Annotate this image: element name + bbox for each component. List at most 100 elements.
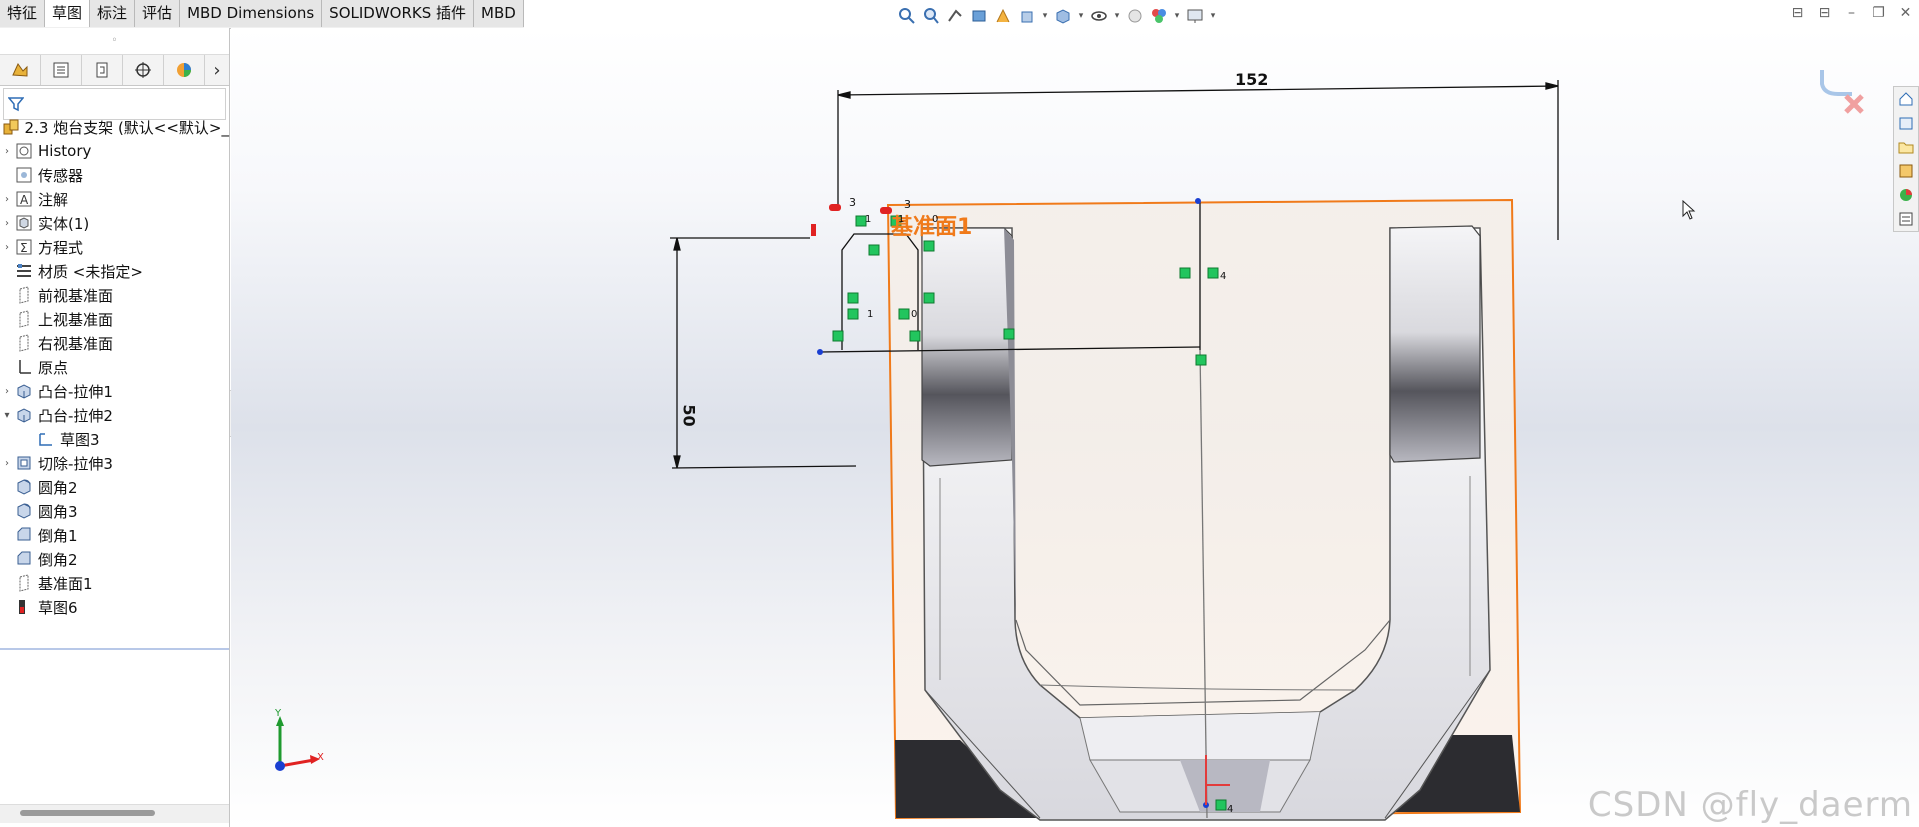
feature-tree-item[interactable]: 圆角2 [0, 475, 229, 499]
chevron-down-icon[interactable]: ▾ [1112, 11, 1122, 21]
panel-grip[interactable]: ◦ [0, 28, 229, 55]
feature-tree-item-label: 切除-拉伸3 [38, 454, 113, 473]
edit-appearance-icon[interactable] [1124, 5, 1146, 27]
configuration-manager-tab[interactable] [82, 55, 123, 85]
zoom-to-fit-icon[interactable] [896, 5, 918, 27]
feature-tree-item[interactable]: 草图3 [0, 427, 229, 451]
chevron-right-icon[interactable]: › [0, 218, 14, 229]
chevron-down-icon[interactable]: ▾ [0, 410, 14, 421]
feature-tree-item[interactable]: › 实体(1) [0, 211, 229, 235]
feature-tree-item-label: 传感器 [38, 166, 84, 185]
feature-tree-item-label: 方程式 [38, 238, 84, 257]
feature-tree-item[interactable]: 上视基准面 [0, 307, 229, 331]
property-manager-tab[interactable] [41, 55, 82, 85]
minimize-icon[interactable]: – [1838, 5, 1865, 21]
coordinate-triad [275, 716, 320, 771]
tile-right-icon[interactable]: ⊟ [1811, 5, 1838, 21]
close-icon[interactable] [1844, 94, 1864, 114]
view-settings-icon[interactable] [1184, 5, 1206, 27]
appearances-icon[interactable] [1894, 183, 1918, 207]
hide-show-items-icon[interactable] [1088, 5, 1110, 27]
plane-icon [14, 574, 34, 592]
dynamic-annotation-icon[interactable] [992, 5, 1014, 27]
chevron-down-icon[interactable]: ▾ [1172, 11, 1182, 21]
command-tab[interactable]: MBD Dimensions [180, 0, 323, 27]
apply-scene-icon[interactable] [1148, 5, 1170, 27]
tree-separator [0, 648, 229, 650]
view-palette-icon[interactable] [1894, 159, 1918, 183]
feature-tree-item[interactable]: 原点 [0, 355, 229, 379]
relation-label: 4 [1220, 271, 1227, 282]
feature-tree-item[interactable]: › Σ 方程式 [0, 235, 229, 259]
scrollbar-thumb[interactable] [20, 810, 155, 816]
relation-label: 4 [1227, 804, 1234, 815]
feature-tree-item[interactable]: 前视基准面 [0, 283, 229, 307]
dimension-label-height[interactable]: 50 [680, 404, 699, 426]
chevron-right-icon[interactable]: › [0, 194, 14, 205]
display-style-icon[interactable] [1052, 5, 1074, 27]
feature-tree-item[interactable]: 材质 <未指定> [0, 259, 229, 283]
file-explorer-icon[interactable] [1894, 135, 1918, 159]
feature-tree-item-label: 原点 [38, 358, 69, 377]
dimension-label-small-a[interactable]: 3 [849, 196, 856, 209]
command-tab[interactable]: 标注 [90, 0, 136, 27]
relation-label: 1 [867, 309, 874, 320]
display-manager-tab[interactable] [164, 55, 205, 85]
history-icon [14, 142, 34, 160]
feature-manager-tab[interactable] [0, 55, 41, 85]
command-tab[interactable]: 评估 [135, 0, 181, 27]
feature-tree-root-label: 2.3 炮台支架 (默认<<默认>_ [24, 118, 229, 137]
feature-tree-item[interactable]: ▾ 凸台-拉伸2 [0, 403, 229, 427]
feature-tree-item[interactable]: › 切除-拉伸3 [0, 451, 229, 475]
sensor-icon [14, 166, 34, 184]
chevron-down-icon[interactable]: ▾ [1208, 11, 1218, 21]
part-icon [2, 118, 21, 136]
feature-manager-panel: ◦ › 2.3 炮台支架 (默认<<默认>_ › History 传感器 › A 注解 › 实… [0, 28, 230, 827]
dimension-label-width[interactable]: 152 [1235, 70, 1268, 89]
chevron-down-icon[interactable]: ▾ [1076, 11, 1086, 21]
home-icon[interactable] [1894, 87, 1918, 111]
previous-view-icon[interactable] [944, 5, 966, 27]
chevron-right-icon[interactable]: › [0, 458, 14, 469]
feature-tree-item[interactable]: › 凸台-拉伸1 [0, 379, 229, 403]
close-icon[interactable]: ✕ [1892, 5, 1919, 21]
fillet-icon [14, 478, 34, 496]
feature-tree-item-label: 实体(1) [38, 214, 90, 233]
feature-tree-item[interactable]: › History [0, 139, 229, 163]
chevron-right-icon[interactable]: › [0, 146, 14, 157]
tile-left-icon[interactable]: ⊟ [1784, 5, 1811, 21]
feature-tree-root[interactable]: 2.3 炮台支架 (默认<<默认>_ [0, 115, 229, 139]
feature-tree-item-label: 注解 [38, 190, 69, 209]
zoom-area-icon[interactable] [920, 5, 942, 27]
feature-tree-item[interactable]: 倒角1 [0, 523, 229, 547]
feature-tree-item[interactable]: 基准面1 [0, 571, 229, 595]
command-tab[interactable]: 特征 [0, 0, 46, 27]
feature-tree-item[interactable]: › A 注解 [0, 187, 229, 211]
restore-icon[interactable]: ❐ [1865, 5, 1892, 21]
heads-up-view-toolbar: ▾ ▾ ▾ ▾ ▾ [896, 4, 1218, 28]
feature-tree-item[interactable]: 传感器 [0, 163, 229, 187]
chevron-right-icon[interactable]: › [0, 242, 14, 253]
chevron-right-icon[interactable]: › [205, 55, 229, 85]
relation-label: 0 [932, 214, 939, 225]
command-tab[interactable]: SOLIDWORKS 插件 [322, 0, 475, 27]
feature-tree-item[interactable]: 圆角3 [0, 499, 229, 523]
exit-sketch-icon[interactable] [1820, 70, 1852, 96]
dimxpert-manager-tab[interactable] [123, 55, 164, 85]
custom-properties-icon[interactable] [1894, 207, 1918, 231]
feature-tree-item[interactable]: 草图6 [0, 595, 229, 619]
graphics-viewport[interactable]: 基准面1 152 50 3 3 1 1 0 1 4 0 4 Y X CSDN @… [231, 28, 1919, 827]
origin-icon [14, 358, 34, 376]
command-tab[interactable]: MBD [474, 0, 524, 27]
feature-tree-item[interactable]: 右视基准面 [0, 331, 229, 355]
chevron-right-icon[interactable]: › [0, 386, 14, 397]
plane-icon [14, 286, 34, 304]
relation-label: 1 [898, 214, 905, 225]
design-library-icon[interactable] [1894, 111, 1918, 135]
chevron-down-icon[interactable]: ▾ [1040, 11, 1050, 21]
section-view-icon[interactable] [968, 5, 990, 27]
command-tab[interactable]: 草图 [45, 0, 91, 27]
feature-tree-item[interactable]: 倒角2 [0, 547, 229, 571]
dimension-label-small-b[interactable]: 3 [904, 198, 911, 211]
view-orientation-icon[interactable] [1016, 5, 1038, 27]
